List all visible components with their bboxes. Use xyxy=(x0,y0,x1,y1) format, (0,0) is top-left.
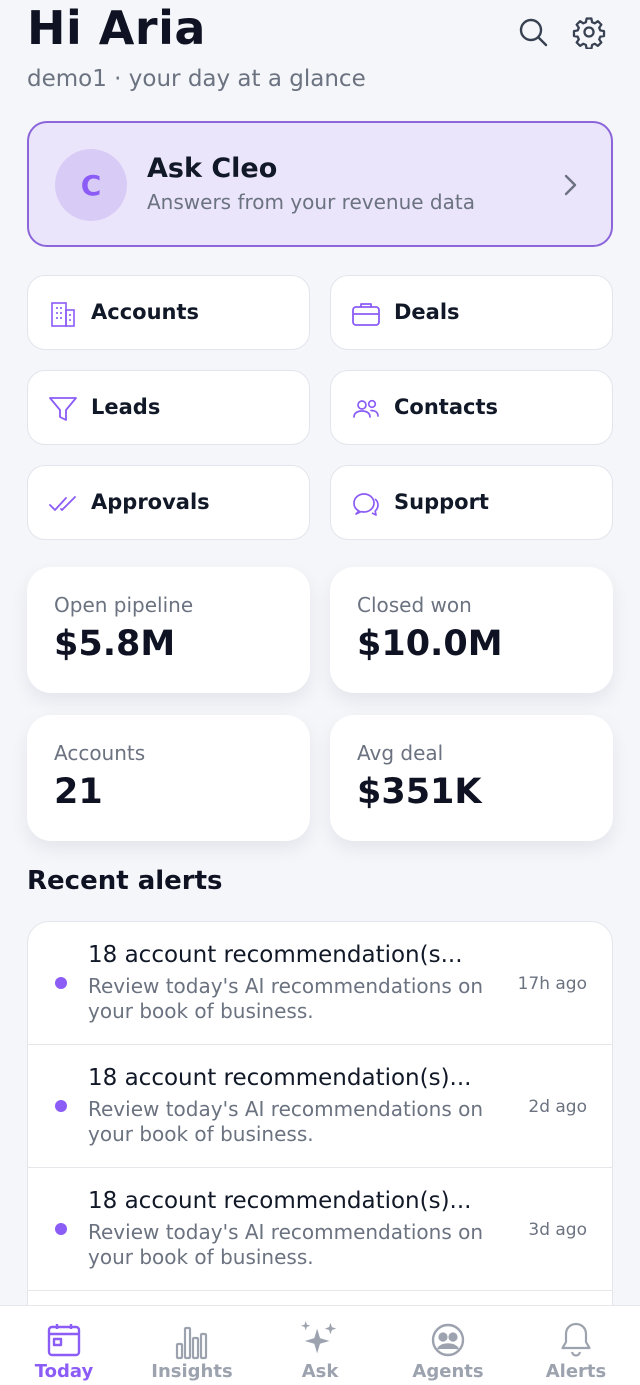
support-button[interactable]: Support xyxy=(330,465,613,540)
accounts-button[interactable]: Accounts xyxy=(27,275,310,350)
stat-open-pipeline[interactable]: Open pipeline $5.8M xyxy=(27,567,310,693)
stat-value: $5.8M xyxy=(54,624,176,664)
deals-button[interactable]: Deals xyxy=(330,275,613,350)
alert-title: 18 account recommendation(s)... xyxy=(88,1065,472,1091)
alert-item[interactable]: 18 account recommendation(s)... Review t… xyxy=(28,1045,612,1168)
alert-title: 18 account recommendation(s)... xyxy=(88,1188,472,1214)
leads-label: Leads xyxy=(91,395,161,419)
bar-chart-icon xyxy=(172,1320,212,1360)
unread-dot-icon xyxy=(55,977,67,989)
alert-item[interactable]: 18 account recommendation(s)... Review t… xyxy=(28,1168,612,1291)
contacts-button[interactable]: Contacts xyxy=(330,370,613,445)
alert-body: Review today's AI recommendations on you… xyxy=(88,974,484,1023)
tab-today[interactable]: Today xyxy=(0,1306,128,1385)
unread-dot-icon xyxy=(55,1100,67,1112)
tab-label: Today xyxy=(34,1361,94,1382)
approvals-button[interactable]: Approvals xyxy=(27,465,310,540)
alert-time: 17h ago xyxy=(517,974,587,994)
ask-cleo-subtitle: Answers from your revenue data xyxy=(147,190,475,214)
ask-cleo-card[interactable]: C Ask Cleo Answers from your revenue dat… xyxy=(27,121,613,247)
approvals-label: Approvals xyxy=(91,490,210,514)
bottom-tab-bar: Today Insights Ask Agents Alerts xyxy=(0,1305,640,1385)
tab-label: Agents xyxy=(412,1361,484,1382)
stat-label: Avg deal xyxy=(357,741,444,765)
gear-icon[interactable] xyxy=(571,14,607,50)
header: Hi Aria demo1 · your day at a glance xyxy=(27,0,617,110)
bell-icon xyxy=(556,1320,596,1360)
stat-accounts[interactable]: Accounts 21 xyxy=(27,715,310,841)
tab-insights[interactable]: Insights xyxy=(128,1306,256,1385)
stat-label: Accounts xyxy=(54,741,146,765)
alerts-list: 18 account recommendation(s... Review to… xyxy=(27,921,613,1321)
leads-button[interactable]: Leads xyxy=(27,370,310,445)
sparkles-icon xyxy=(300,1320,340,1360)
calendar-icon xyxy=(44,1320,84,1360)
greeting-title: Hi Aria xyxy=(27,1,206,55)
accounts-label: Accounts xyxy=(91,300,200,324)
search-icon[interactable] xyxy=(515,14,551,50)
tab-label: Ask xyxy=(301,1361,339,1382)
unread-dot-icon xyxy=(55,1223,67,1235)
tab-agents[interactable]: Agents xyxy=(384,1306,512,1385)
agents-icon xyxy=(428,1320,468,1360)
tab-ask[interactable]: Ask xyxy=(256,1306,384,1385)
alert-title: 18 account recommendation(s... xyxy=(88,942,463,968)
ask-cleo-title: Ask Cleo xyxy=(147,153,278,184)
alert-time: 3d ago xyxy=(528,1220,587,1240)
stat-value: $351K xyxy=(357,772,482,812)
chat-bubbles-icon xyxy=(351,489,381,519)
alert-body: Review today's AI recommendations on you… xyxy=(88,1220,484,1269)
building-icon xyxy=(48,299,78,329)
stat-avg-deal[interactable]: Avg deal $351K xyxy=(330,715,613,841)
tab-alerts[interactable]: Alerts xyxy=(512,1306,640,1385)
briefcase-icon xyxy=(351,299,381,329)
tab-label: Alerts xyxy=(545,1361,607,1382)
cleo-avatar: C xyxy=(55,149,127,221)
support-label: Support xyxy=(394,490,489,514)
stat-label: Closed won xyxy=(357,593,472,617)
deals-label: Deals xyxy=(394,300,460,324)
stat-value: 21 xyxy=(54,772,103,812)
contacts-label: Contacts xyxy=(394,395,498,419)
users-icon xyxy=(351,394,381,424)
alert-time: 2d ago xyxy=(528,1097,587,1117)
stat-label: Open pipeline xyxy=(54,593,194,617)
alert-item[interactable]: 18 account recommendation(s... Review to… xyxy=(28,922,612,1045)
stat-value: $10.0M xyxy=(357,624,503,664)
recent-alerts-title: Recent alerts xyxy=(27,866,223,896)
stat-closed-won[interactable]: Closed won $10.0M xyxy=(330,567,613,693)
funnel-icon xyxy=(48,394,78,424)
double-check-icon xyxy=(48,489,78,519)
alert-body: Review today's AI recommendations on you… xyxy=(88,1097,484,1146)
chevron-right-icon xyxy=(559,171,581,203)
tab-label: Insights xyxy=(151,1361,233,1382)
greeting-subtitle: demo1 · your day at a glance xyxy=(27,66,366,92)
